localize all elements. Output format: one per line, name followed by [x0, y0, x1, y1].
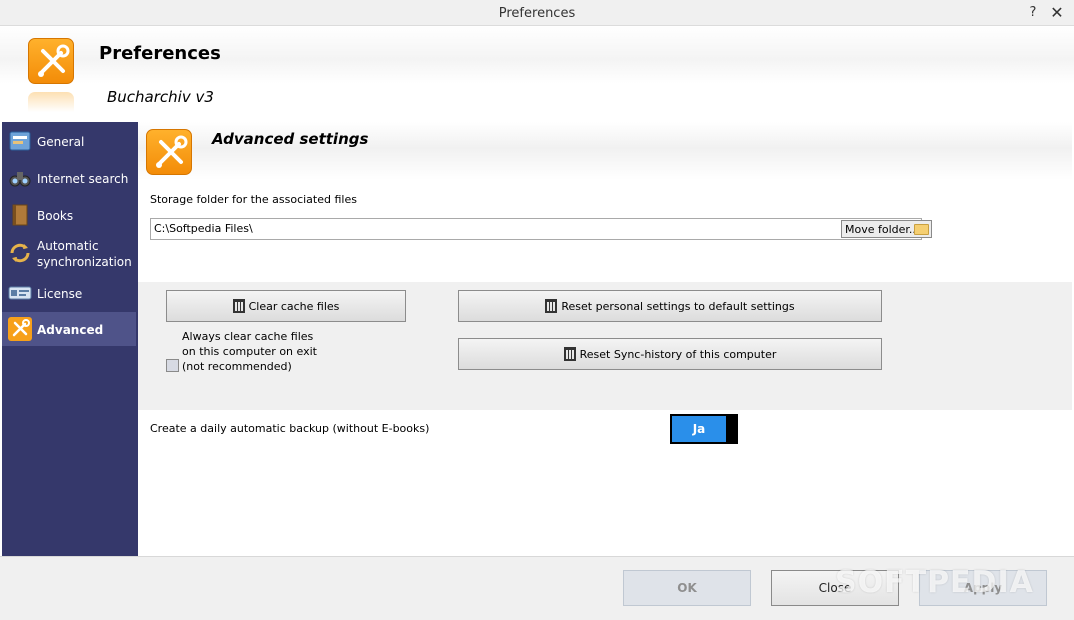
tools-icon: [28, 38, 74, 84]
title-bar: Preferences ? ✕: [0, 0, 1074, 26]
header-banner: Preferences Bucharchiv v3: [0, 26, 1074, 122]
storage-folder-label: Storage folder for the associated files: [150, 193, 357, 206]
license-icon: [8, 281, 32, 305]
reset-personal-settings-button[interactable]: Reset personal settings to default setti…: [458, 290, 882, 322]
help-button[interactable]: ?: [1026, 5, 1040, 20]
always-clear-line1: Always clear cache files: [182, 330, 314, 343]
trash-icon: [563, 347, 576, 361]
close-window-button[interactable]: ✕: [1048, 3, 1066, 22]
sidebar-item-label: General: [37, 135, 85, 149]
close-button[interactable]: Close: [771, 570, 899, 606]
sidebar-item-automatic-synchronization[interactable]: Automatic synchronization: [2, 235, 136, 273]
ok-button[interactable]: OK: [623, 570, 751, 606]
reset-personal-label: Reset personal settings to default setti…: [561, 300, 795, 313]
sidebar-item-label: Books: [37, 209, 74, 223]
app-subtitle: Bucharchiv v3: [107, 88, 214, 106]
storage-path-value: C:\Softpedia Files\: [154, 222, 253, 235]
dialog-footer: OK Close Apply SOFTPEDIA: [0, 556, 1074, 620]
sync-icon: [8, 241, 32, 265]
sidebar-item-general[interactable]: General: [2, 126, 136, 156]
always-clear-line3: (not recommended): [182, 360, 292, 373]
daily-backup-toggle[interactable]: Ja: [670, 414, 738, 444]
clear-cache-button[interactable]: Clear cache files: [166, 290, 406, 322]
sidebar-item-label: Internet search: [37, 172, 129, 186]
storage-path-field[interactable]: C:\Softpedia Files\ Move folder..: [150, 218, 932, 240]
page-title: Preferences: [99, 43, 221, 64]
reset-sync-history-button[interactable]: Reset Sync-history of this computer: [458, 338, 882, 370]
general-icon: [8, 129, 32, 153]
settings-panel: Advanced settings Storage folder for the…: [138, 122, 1072, 556]
sidebar-item-books[interactable]: Books: [2, 200, 136, 230]
binoculars-icon: [8, 166, 32, 190]
apply-button[interactable]: Apply: [919, 570, 1047, 606]
tools-icon: [8, 317, 32, 341]
sidebar-item-label: Advanced: [37, 323, 104, 337]
tools-icon: [146, 129, 192, 175]
window-title: Preferences: [498, 6, 576, 21]
sidebar-item-label-line1: Automatic: [37, 239, 99, 253]
sidebar-item-advanced[interactable]: Advanced: [2, 312, 136, 346]
folder-icon: [914, 224, 929, 235]
sidebar-item-internet-search[interactable]: Internet search: [2, 163, 136, 193]
always-clear-line2: on this computer on exit: [182, 345, 317, 358]
move-folder-button[interactable]: Move folder..: [841, 220, 932, 238]
trash-icon: [232, 299, 245, 313]
daily-backup-toggle-value: Ja: [672, 416, 726, 442]
book-icon: [8, 203, 32, 227]
icon-reflection: [28, 92, 74, 112]
trash-icon: [545, 299, 558, 313]
reset-sync-label: Reset Sync-history of this computer: [579, 348, 777, 361]
sidebar-item-label: Automatic synchronization: [37, 238, 132, 270]
always-clear-label: Always clear cache files on this compute…: [182, 329, 317, 374]
move-folder-label: Move folder..: [845, 223, 916, 236]
daily-backup-label: Create a daily automatic backup (without…: [150, 422, 430, 435]
clear-cache-label: Clear cache files: [248, 300, 340, 313]
sidebar-item-label: License: [37, 287, 83, 301]
section-title: Advanced settings: [212, 130, 369, 148]
sidebar-item-license[interactable]: License: [2, 278, 136, 308]
sidebar-item-label-line2: synchronization: [37, 255, 132, 269]
sidebar: General Internet search Books Automatic …: [2, 122, 138, 556]
always-clear-checkbox[interactable]: [166, 359, 179, 372]
